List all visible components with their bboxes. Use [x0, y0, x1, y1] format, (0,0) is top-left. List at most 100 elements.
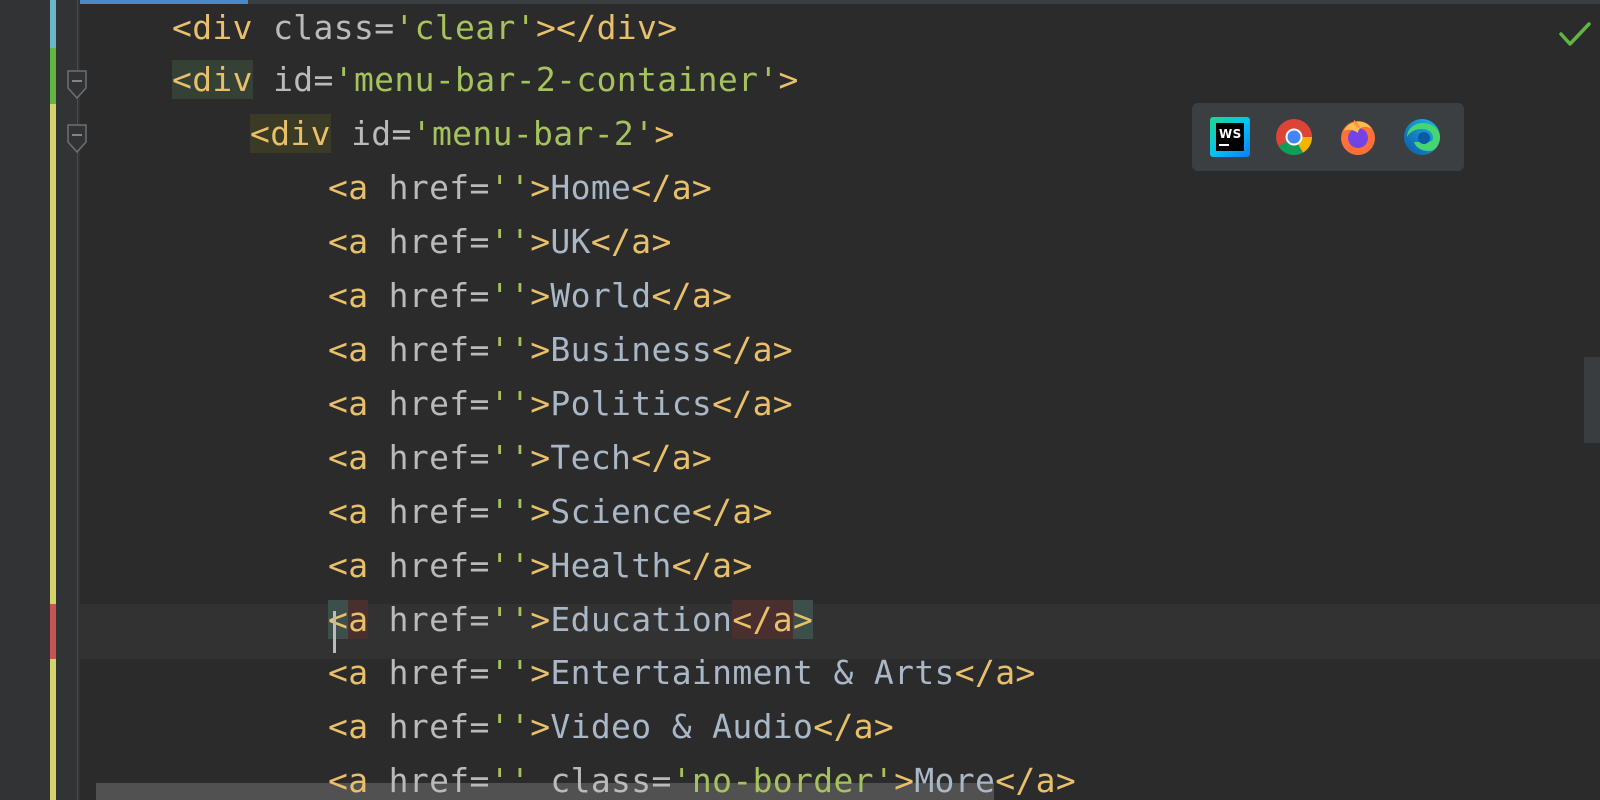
code-line[interactable]: <a href=''>Entertainment & Arts</a> [0, 645, 1600, 700]
code-token: More [914, 761, 996, 800]
code-token: > [530, 492, 551, 531]
code-token: > [530, 330, 551, 369]
code-token: <a [328, 492, 369, 531]
edge-icon[interactable] [1402, 117, 1442, 157]
code-token: = [469, 276, 490, 315]
code-token: <a [328, 276, 369, 315]
svg-text:WS: WS [1219, 127, 1242, 141]
code-token: href [388, 761, 470, 800]
code-token: '' [489, 276, 531, 315]
code-token: = [469, 168, 490, 207]
code-token: Politics [550, 384, 713, 423]
code-token: = [469, 222, 490, 261]
code-token: = [469, 492, 490, 531]
webstorm-icon[interactable]: WS [1210, 117, 1250, 157]
code-editor[interactable]: <div class='clear'></div> <div id='menu-b… [0, 0, 1600, 800]
code-token: href [388, 168, 470, 207]
code-token: > [530, 222, 551, 261]
code-line[interactable]: <a href=''>Business</a> [0, 322, 1600, 377]
code-token: '' [489, 168, 531, 207]
browser-preview-popup: WS [1192, 103, 1464, 171]
chrome-icon[interactable] [1274, 117, 1314, 157]
inspection-ok-checkmark-icon[interactable] [1558, 20, 1592, 50]
code-token: <div [172, 8, 253, 47]
code-token: > [654, 114, 675, 153]
code-token: Science [550, 492, 692, 531]
code-line[interactable]: <a href=''>Tech</a> [0, 430, 1600, 485]
code-token: > [530, 276, 551, 315]
code-token: World [550, 276, 652, 315]
firefox-icon[interactable] [1338, 117, 1378, 157]
code-token: = [469, 653, 490, 692]
vertical-scrollbar-thumb[interactable] [1584, 357, 1600, 443]
code-token: href [388, 600, 470, 639]
code-token: id [351, 114, 392, 153]
code-line[interactable]: <a href=''>Education</a> [0, 592, 1600, 647]
code-token: Business [550, 330, 713, 369]
code-token: 'no-border' [671, 761, 895, 800]
code-token: id [273, 60, 314, 99]
code-line[interactable]: <a href=''>UK</a> [0, 214, 1600, 269]
code-token: </a> [813, 707, 895, 746]
code-token: <a [328, 761, 369, 800]
code-token: </a> [954, 653, 1036, 692]
code-token: <div [250, 114, 331, 153]
code-line[interactable]: <a href=''>Health</a> [0, 538, 1600, 593]
code-token: = [469, 707, 490, 746]
code-token: > [793, 600, 814, 639]
code-token: class [273, 8, 375, 47]
code-line[interactable]: <a href=''>Video & Audio</a> [0, 699, 1600, 754]
code-token: '' [489, 600, 531, 639]
code-token: href [388, 438, 470, 477]
code-token: '' [489, 330, 531, 369]
code-token: Entertainment & Arts [550, 653, 955, 692]
code-token: = [651, 761, 672, 800]
code-token: = [469, 438, 490, 477]
code-token: <a [328, 438, 369, 477]
code-token: Health [550, 546, 672, 585]
code-token: '' [489, 707, 531, 746]
code-token: > [530, 384, 551, 423]
code-line[interactable]: <a href='' class='no-border'>More</a> [0, 753, 1600, 800]
code-token: <a [328, 707, 369, 746]
code-line[interactable]: <div id='menu-bar-2-container'> [0, 52, 1600, 107]
code-token: href [388, 653, 470, 692]
code-token: > [530, 168, 551, 207]
code-token: '' [489, 222, 531, 261]
code-token: </a> [631, 438, 713, 477]
code-token: = [469, 600, 490, 639]
code-line[interactable]: <a href=''>World</a> [0, 268, 1600, 323]
code-line[interactable]: <a href=''>Politics</a> [0, 376, 1600, 431]
code-token: <a [328, 546, 369, 585]
code-token: a [348, 600, 369, 639]
code-token: 'menu-bar-2' [411, 114, 655, 153]
code-line[interactable]: <div class='clear'></div> [0, 0, 1600, 55]
code-token: </a> [691, 492, 773, 531]
code-token: > [530, 600, 551, 639]
code-token: </a> [712, 384, 794, 423]
code-token: href [388, 492, 470, 531]
code-token: = [469, 384, 490, 423]
code-token: <a [328, 384, 369, 423]
code-token: <a [328, 653, 369, 692]
code-token: href [388, 384, 470, 423]
code-token: </a> [671, 546, 753, 585]
code-token: > [894, 761, 915, 800]
code-token: 'menu-bar-2-container' [333, 60, 779, 99]
code-line[interactable]: <a href=''>Science</a> [0, 484, 1600, 539]
code-token: Tech [550, 438, 632, 477]
code-token: class [550, 761, 652, 800]
code-token: Education [550, 600, 733, 639]
code-token: UK [550, 222, 591, 261]
